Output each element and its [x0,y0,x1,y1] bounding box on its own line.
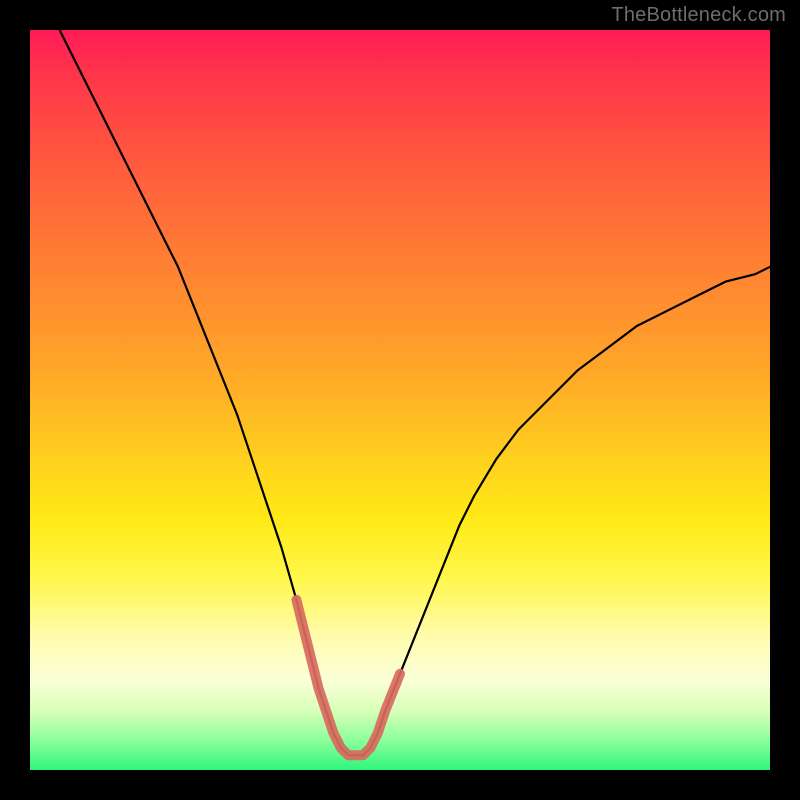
curve-layer [30,30,770,770]
highlight-segment [296,600,400,755]
bottleneck-curve [60,30,770,755]
watermark-text: TheBottleneck.com [611,4,786,27]
chart-frame: TheBottleneck.com [0,0,800,800]
plot-area [30,30,770,770]
